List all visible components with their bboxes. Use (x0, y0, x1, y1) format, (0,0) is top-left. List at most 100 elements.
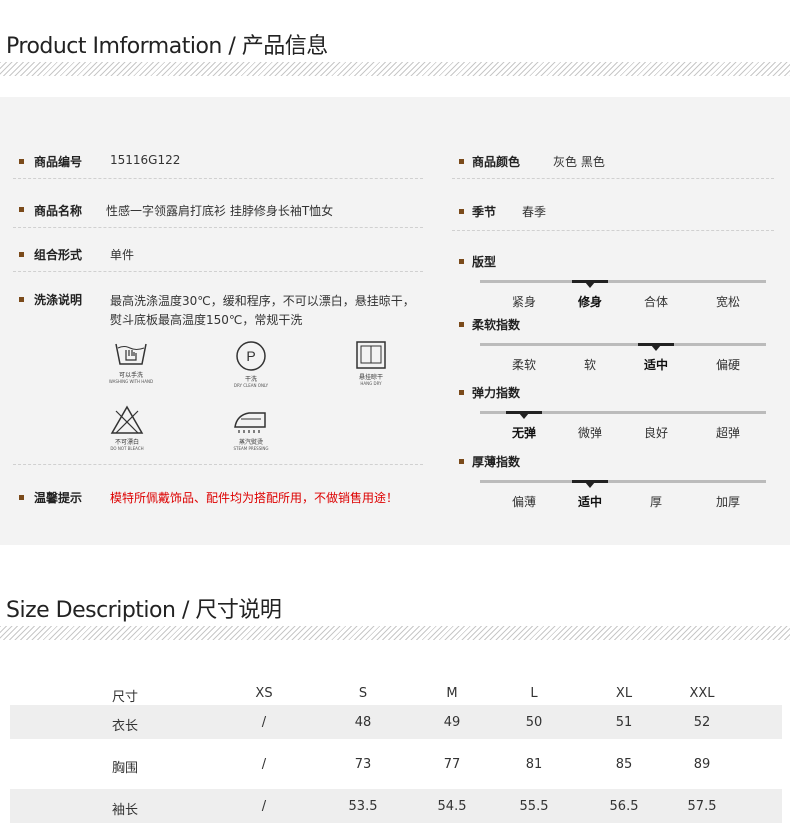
indicator-arrow-icon (585, 282, 595, 288)
value-season: 春季 (522, 205, 547, 219)
table-header-cell: XL (615, 686, 633, 701)
bullet-icon (19, 252, 24, 257)
row-divider (13, 178, 423, 179)
label-combination: 组合形式 (34, 248, 83, 262)
table-cell: 胸围 (111, 761, 139, 776)
indicator-arrow-icon (585, 482, 595, 488)
value-color: 灰色 黑色 (553, 155, 605, 169)
hang-dry-icon: 悬挂晾干 HANG DRY (341, 340, 401, 387)
table-cell: 85 (615, 757, 633, 772)
scale-track (480, 280, 766, 283)
product-info-title: Product Imformation / 产品信息 (6, 34, 328, 59)
scale-option: 偏硬 (715, 358, 741, 372)
scale-label: 弹力指数 (472, 386, 521, 400)
table-row: 袖长 / 53.5 54.5 55.5 56.5 57.5 (10, 789, 782, 823)
bullet-icon (459, 390, 464, 395)
table-cell: / (261, 799, 267, 814)
table-cell: 衣长 (111, 719, 139, 734)
scale-label: 版型 (472, 255, 497, 269)
bullet-icon (459, 159, 464, 164)
table-header-cell: 尺寸 (111, 690, 139, 705)
wash-caption-en: WASHING WITH HAND (108, 379, 154, 384)
scale-track (480, 480, 766, 483)
scale-option: 微弹 (577, 426, 603, 440)
scale-option: 良好 (643, 426, 669, 440)
table-cell: 51 (615, 715, 633, 730)
table-row: 胸围 / 73 77 81 85 89 (10, 747, 782, 781)
scale-option: 软 (583, 358, 597, 372)
label-season: 季节 (472, 205, 497, 219)
scale-label: 厚薄指数 (472, 455, 521, 469)
value-tips: 模特所佩戴饰品、配件均为搭配所用，不做销售用途！ (110, 491, 399, 505)
scale-option: 无弹 (511, 426, 537, 440)
bullet-icon (19, 297, 24, 302)
bullet-icon (459, 322, 464, 327)
table-cell: 48 (354, 715, 372, 730)
table-cell: 73 (354, 757, 372, 772)
scale-option: 适中 (643, 358, 669, 372)
scale-option: 厚 (649, 495, 663, 509)
table-cell: 袖长 (111, 803, 139, 818)
hand-wash-icon: 可以手洗 WASHING WITH HAND (101, 340, 161, 385)
table-cell: / (261, 715, 267, 730)
scale-label: 柔软指数 (472, 318, 521, 332)
table-cell: 56.5 (609, 799, 639, 814)
wash-caption-en: DO NOT BLEACH (110, 446, 144, 451)
dry-clean-icon: P 干洗 DRY CLEAN ONLY (221, 340, 281, 389)
scale-option: 适中 (577, 495, 603, 509)
value-combination: 单件 (110, 248, 135, 262)
value-wash-line2: 熨斗底板最高温度150℃，常规干洗 (110, 313, 303, 327)
table-cell: 77 (443, 757, 461, 772)
size-desc-title: Size Description / 尺寸说明 (6, 598, 282, 623)
svg-text:P: P (246, 348, 255, 364)
scale-option: 宽松 (715, 295, 741, 309)
scale-option: 修身 (577, 295, 603, 309)
wash-caption: 干洗 (244, 376, 257, 383)
wash-caption: 蒸汽熨烫 (238, 439, 263, 446)
table-cell: / (261, 757, 267, 772)
label-tips: 温馨提示 (34, 491, 83, 505)
row-divider (452, 230, 774, 231)
table-cell: 49 (443, 715, 461, 730)
wash-caption-en: HANG DRY (360, 381, 382, 386)
title-hatch-divider (0, 626, 790, 640)
bullet-icon (459, 259, 464, 264)
row-divider (13, 271, 423, 272)
table-cell: 50 (525, 715, 543, 730)
table-header-cell: L (530, 686, 538, 701)
no-bleach-icon: 不可漂白 DO NOT BLEACH (97, 405, 157, 452)
scale-option: 柔软 (511, 358, 537, 372)
steam-iron-icon: 蒸汽熨烫 STEAM PRESSING (221, 405, 281, 452)
table-cell: 53.5 (348, 799, 378, 814)
table-cell: 81 (525, 757, 543, 772)
label-item-name: 商品名称 (34, 204, 83, 218)
row-divider (452, 178, 774, 179)
wash-caption: 可以手洗 (118, 372, 143, 379)
scale-option: 合体 (643, 295, 669, 309)
row-divider (13, 227, 423, 228)
wash-caption: 悬挂晾干 (358, 374, 383, 381)
bullet-icon (459, 459, 464, 464)
scale-option: 超弹 (715, 426, 741, 440)
scale-option: 加厚 (715, 495, 741, 509)
label-item-number: 商品编号 (34, 155, 83, 169)
value-item-name: 性感一字领露肩打底衫 挂脖修身长袖T恤女 (106, 204, 334, 218)
scale-option: 紧身 (511, 295, 537, 309)
table-header-cell: XXL (689, 686, 715, 701)
table-cell: 89 (693, 757, 711, 772)
table-cell: 57.5 (687, 799, 717, 814)
table-header-cell: XS (255, 686, 273, 701)
bullet-icon (19, 495, 24, 500)
table-cell: 55.5 (519, 799, 549, 814)
bullet-icon (19, 159, 24, 164)
bullet-icon (19, 207, 24, 212)
value-item-number: 15116G122 (110, 153, 181, 167)
indicator-arrow-icon (519, 413, 529, 419)
title-hatch-divider (0, 62, 790, 76)
wash-caption: 不可漂白 (114, 439, 139, 446)
wash-caption-en: DRY CLEAN ONLY (233, 383, 269, 388)
value-wash-line1: 最高洗涤温度30℃，缓和程序，不可以漂白，悬挂晾干， (110, 294, 415, 308)
table-header-cell: M (446, 686, 458, 701)
wash-caption-en: STEAM PRESSING (233, 446, 269, 451)
indicator-arrow-icon (651, 345, 661, 351)
